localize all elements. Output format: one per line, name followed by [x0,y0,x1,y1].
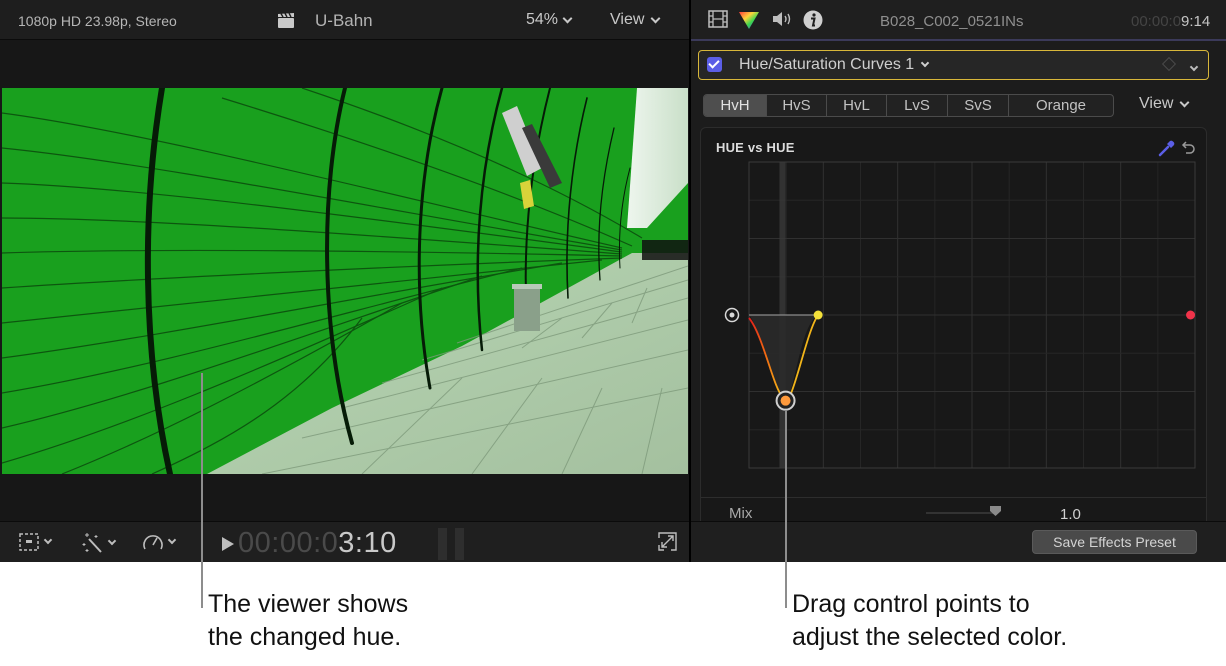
inspector-footer: Save Effects Preset [691,521,1226,562]
tab-orange[interactable]: Orange [1009,95,1113,116]
video-frame[interactable] [2,88,688,474]
callout-viewer-line2: the changed hue. [208,623,402,651]
color-inspector-icon[interactable] [738,10,760,30]
timecode-leading: 00:00:0 [238,527,339,559]
selected-color-point[interactable] [780,395,791,406]
final-cut-window: 1080p HD 23.98p, Stereo U-Bahn 54% View [0,0,1226,562]
zoom-menu[interactable]: 54% [526,11,573,29]
tab-hvs[interactable]: HvS [767,95,827,116]
info-inspector-icon[interactable] [803,10,823,30]
retime-speed-icon [143,535,163,550]
eyedropper-icon[interactable] [1158,139,1176,157]
inspector-timecode: 00:00:09:14 [1131,13,1210,30]
enhance-wand-icon [82,533,102,553]
curve-type-tabs: HvH HvS HvL LvS SvS Orange [703,94,1114,117]
inspector-header: B028_C002_0521INs 00:00:09:14 [691,0,1226,41]
curve-title: HUE vs HUE [716,140,795,155]
chevron-down-icon [920,58,930,68]
inspector-view-menu[interactable]: View [1139,95,1190,113]
audio-inspector-icon[interactable] [771,10,793,28]
red-end-point[interactable] [1186,310,1196,320]
chevron-down-icon [650,13,661,23]
reset-icon[interactable] [1180,140,1196,156]
curve-shaded-area [749,315,819,401]
play-icon[interactable] [222,536,234,551]
subway-tunnel-image [2,88,688,474]
chevron-down-icon [562,13,573,23]
tab-hvl[interactable]: HvL [827,95,887,116]
viewer-view-menu[interactable]: View [610,11,661,29]
keyframe-diamond-icon[interactable] [1161,56,1177,72]
video-inspector-icon[interactable] [708,10,728,28]
view-label: View [1139,95,1174,112]
chevron-down-icon [1189,62,1199,72]
save-effects-preset-button[interactable]: Save Effects Preset [1032,530,1197,554]
curve-graph[interactable] [701,128,1206,498]
hue-vs-hue-curve-panel: HUE vs HUE Mix 1.0 [700,127,1207,562]
callout-line-control-points [785,410,787,608]
callout-control-points-line1: Drag control points to [792,590,1030,618]
callout-viewer: The viewer shows the changed hue. [208,588,408,654]
callout-viewer-line1: The viewer shows [208,590,409,618]
callout-control-points: Drag control points to adjust the select… [792,588,1067,654]
tab-svs[interactable]: SvS [948,95,1009,116]
effect-name: Hue/Saturation Curves 1 [739,56,915,73]
transform-menu[interactable] [18,532,53,552]
viewer: 1080p HD 23.98p, Stereo U-Bahn 54% View [0,0,689,562]
effect-collapse-toggle[interactable] [1189,57,1199,75]
chevron-down-icon [107,536,117,546]
transform-icon [19,533,39,551]
mix-label: Mix [729,505,753,522]
neutral-handle-dot [729,312,735,318]
clip-name: B028_C002_0521INs [880,13,1024,30]
callout-line-viewer [201,373,203,608]
callout-control-points-line2: adjust the selected color. [792,623,1068,651]
chevron-down-icon [43,535,53,545]
retime-menu[interactable] [142,532,177,552]
mix-slider-track[interactable] [926,512,996,514]
viewer-header: 1080p HD 23.98p, Stereo U-Bahn 54% View [0,0,689,40]
tab-hvh[interactable]: HvH [704,95,767,116]
enhance-menu[interactable] [82,532,117,554]
project-name: U-Bahn [315,11,373,30]
fullscreen-icon[interactable] [658,532,677,551]
view-label: View [610,11,645,28]
viewer-toolbar: 00:00:0 3:10 [0,521,689,562]
chevron-down-icon [1179,97,1190,107]
yellow-anchor-point[interactable] [813,310,823,320]
timecode-display[interactable]: 00:00:0 3:10 [222,527,397,560]
audio-meter-right [455,528,464,560]
timecode-value: 9:14 [1181,13,1211,30]
chevron-down-icon [167,535,177,545]
clapperboard-icon [278,12,294,28]
format-info: 1080p HD 23.98p, Stereo [18,13,177,29]
audio-meter-left [438,528,447,560]
timecode-leading: 00:00:0 [1131,13,1182,30]
effect-name-menu[interactable]: Hue/Saturation Curves 1 [739,56,930,74]
inspector: B028_C002_0521INs 00:00:09:14 Hue/Satura… [691,0,1226,562]
zoom-level: 54% [526,11,559,28]
tab-lvs[interactable]: LvS [887,95,948,116]
effect-enable-checkbox[interactable] [707,57,722,72]
divider [701,497,1206,498]
timecode-value: 3:10 [338,527,397,559]
mix-slider-thumb[interactable] [989,505,1002,517]
effect-header: Hue/Saturation Curves 1 [698,50,1209,80]
